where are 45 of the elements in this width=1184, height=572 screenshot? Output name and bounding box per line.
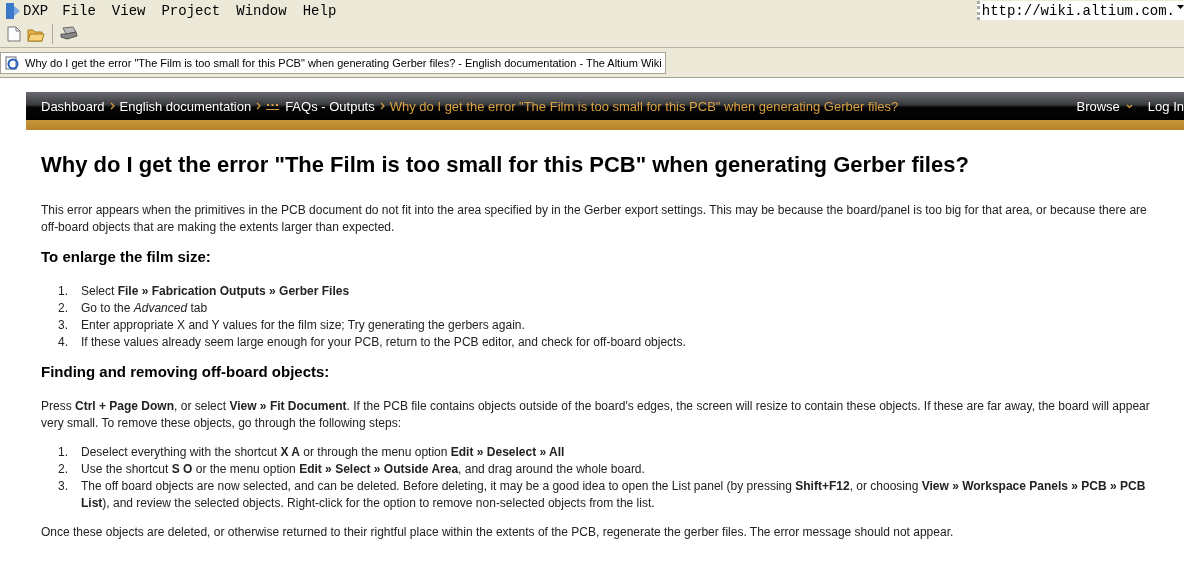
list-number: 1.: [57, 283, 69, 300]
list-number: 3.: [57, 478, 69, 495]
section-heading: Finding and removing off-board objects:: [41, 363, 331, 380]
breadcrumb-link[interactable]: FAQs - Outputs: [285, 98, 375, 114]
list-number: 2.: [57, 461, 69, 478]
new-document-icon[interactable]: [7, 26, 21, 42]
list-item-text: Go to the Advanced tab: [81, 300, 209, 317]
caret-icon[interactable]: [1125, 103, 1133, 109]
list-number: 3.: [57, 317, 69, 334]
list-item-text: If these values already seem large enough for your PCB, return to the PCB editor, and check for off-board objects.: [81, 334, 687, 351]
list-item-text: Select File » Fabrication Outputs » Gerber Files: [81, 283, 351, 300]
open-folder-icon[interactable]: [27, 26, 45, 42]
document-tab[interactable]: Why do I get the error "The Film is too small for this PCB" when generating Gerber files? - English documentation - The Altium Wiki: [0, 52, 666, 74]
list-item-text: Enter appropriate X and Y values for the film size; Try generating the gerbers again.: [81, 317, 526, 334]
menu-item[interactable]: DXP: [23, 2, 49, 19]
menu-item[interactable]: File: [62, 2, 96, 19]
list-number: 1.: [57, 444, 69, 461]
menu-item[interactable]: Window: [236, 2, 287, 19]
browser-icon: [5, 56, 19, 70]
chevron-right-icon: [256, 102, 262, 110]
nav-link[interactable]: Browse: [1076, 98, 1120, 114]
list-item-text: The off board objects are now selected, and can be deleted. Before deleting, it may be a good idea to open the List panel (by pressing Shift+F12, or choosing View » Workspace Panels » PCB » PCB List), and review the selected objects. Right-click for the option to remove non-selected objects from the list.: [81, 478, 1147, 512]
menu-item[interactable]: Project: [161, 2, 221, 19]
paragraph: This error appears when the primitives in the PCB document do not fit into the area specified by in the Gerber export settings. This may be because the board/panel is too big for that area, or because there are off-board objects that are making the extents larger than expected.: [41, 202, 1148, 236]
breadcrumb-link[interactable]: Dashboard: [41, 98, 105, 114]
page-title: Why do I get the error "The Film is too small for this PCB" when generating Gerber files?: [41, 152, 970, 178]
section-heading: To enlarge the film size:: [41, 248, 212, 265]
address-field[interactable]: http://wiki.altium.com.: [976, 1, 1184, 20]
ellipsis-icon[interactable]: [266, 101, 280, 111]
paragraph: Once these objects are deleted, or otherwise returned to their rightful place within the extents of the PCB, regenerate the gerber files. The error message should not appear.: [41, 524, 955, 541]
app-logo-icon[interactable]: [6, 1, 22, 20]
nav-link[interactable]: Log In: [1147, 98, 1184, 114]
chevron-right-icon: [109, 102, 115, 110]
list-number: 4.: [57, 334, 69, 351]
list-item-text: Deselect everything with the shortcut X A or through the menu option Edit » Deselect » All: [81, 444, 566, 461]
chevron-right-icon: [379, 102, 385, 110]
list-number: 2.: [57, 300, 69, 317]
dropdown-arrow-icon[interactable]: [1177, 4, 1184, 9]
menu-item[interactable]: Help: [302, 2, 337, 19]
printer-icon[interactable]: [60, 26, 78, 42]
paragraph: Press Ctrl + Page Down, or select View » Fit Document. If the PCB file contains objects outside of the board's edges, the screen will resize to contain these objects. If these are far away, the board will appear very small. To remove these objects, go through the following steps:: [41, 398, 1151, 432]
list-item-text: Use the shortcut S O or the menu option Edit » Select » Outside Area, and drag around the whole board.: [81, 461, 646, 478]
menu-item[interactable]: View: [111, 2, 146, 19]
breadcrumb-link[interactable]: English documentation: [119, 98, 252, 114]
breadcrumb-current: Why do I get the error "The Film is too small for this PCB" when generating Gerber files?: [389, 98, 899, 114]
